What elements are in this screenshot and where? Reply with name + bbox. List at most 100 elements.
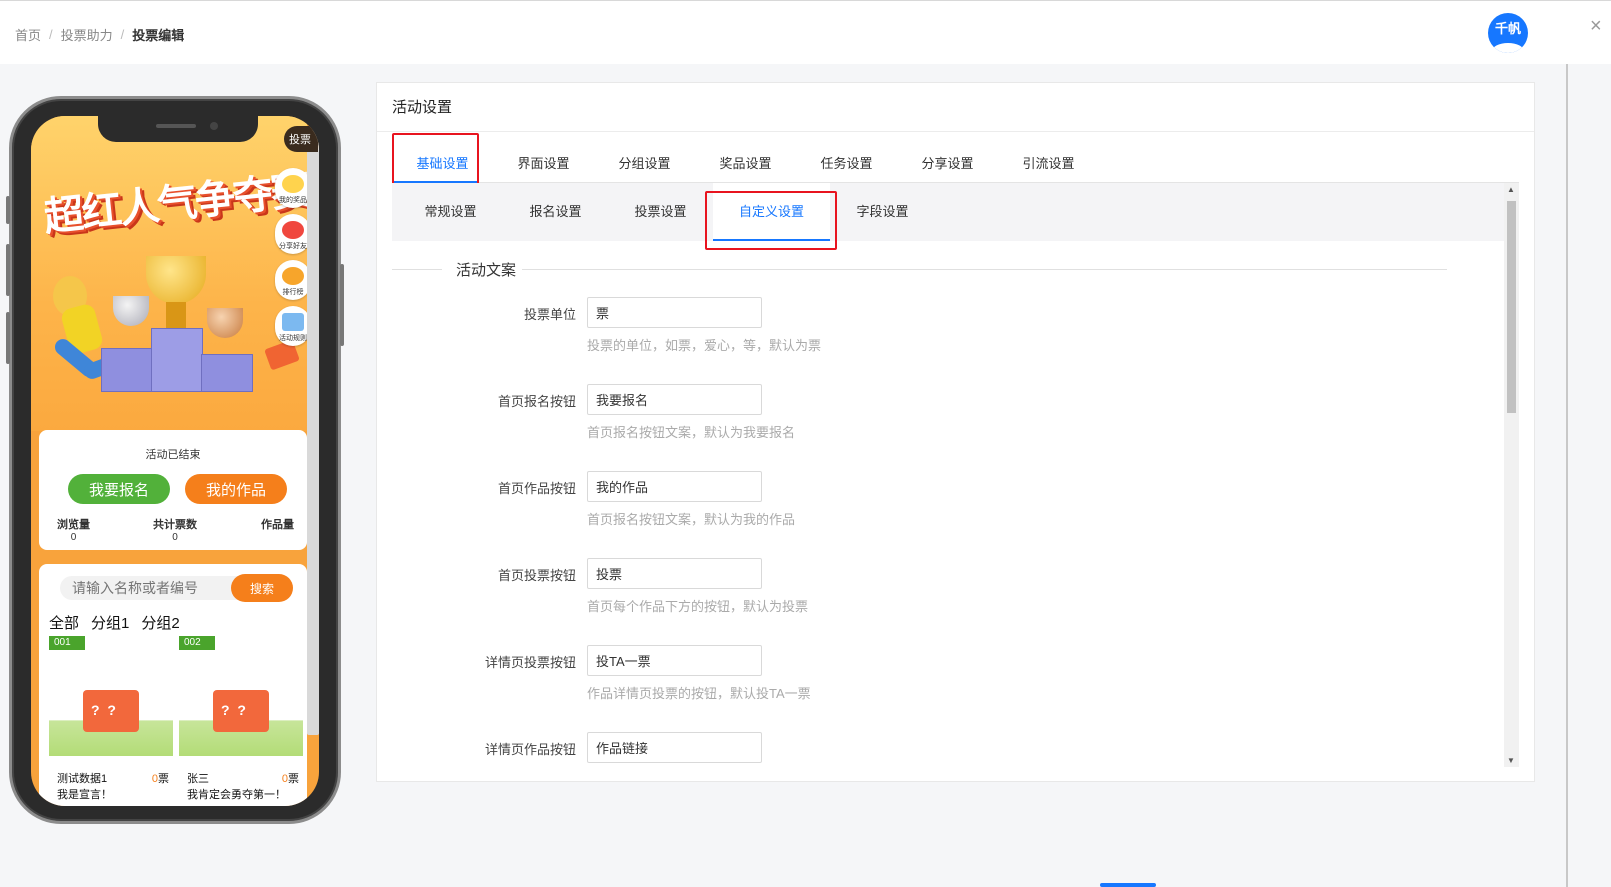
work-entry[interactable]: 002 张三 0票 我肯定会勇夺第一！ xyxy=(179,636,303,806)
sub-tabs: 常规设置 报名设置 投票设置 自定义设置 字段设置 xyxy=(392,183,1504,241)
stat-views: 浏览量 0 xyxy=(57,516,90,543)
group-tab-1[interactable]: 分组1 xyxy=(91,612,129,633)
hero-banner: 超红人气争夺赛 xyxy=(31,116,307,431)
field-label: 首页报名按钮 xyxy=(497,394,576,409)
stat-label: 共计票数 xyxy=(153,519,197,531)
podium-illustration xyxy=(201,354,253,392)
leaderboard-button[interactable]: 排行榜 xyxy=(275,260,311,300)
stat-label: 浏览量 xyxy=(57,519,90,531)
side-button-label: 我的奖品 xyxy=(279,197,307,204)
stats-card: 活动已结束 我要报名 我的作品 浏览量 0 共计票数 0 作品量 xyxy=(39,430,307,550)
register-button[interactable]: 我要报名 xyxy=(68,474,170,504)
field-label: 首页作品按钮 xyxy=(497,481,576,496)
my-prizes-button[interactable]: 我的奖品 xyxy=(275,168,311,208)
breadcrumb-home[interactable]: 首页 xyxy=(15,25,41,44)
subtab-registration[interactable]: 报名设置 xyxy=(503,183,608,241)
trophy-icon xyxy=(146,256,206,304)
settings-scrollbar[interactable]: ▲ ▼ xyxy=(1504,183,1519,767)
sub-settings-area: 常规设置 报名设置 投票设置 自定义设置 字段设置 活动文案 投票单位 投票的单… xyxy=(392,183,1519,767)
home-vote-button-input[interactable] xyxy=(587,558,762,589)
detail-works-button-input[interactable] xyxy=(587,732,762,763)
field-label: 投票单位 xyxy=(523,307,576,322)
stat-total-votes: 共计票数 0 xyxy=(153,516,197,543)
phone-notch xyxy=(98,116,258,142)
scroll-up-icon[interactable]: ▲ xyxy=(1507,185,1515,194)
subtab-custom[interactable]: 自定义设置 xyxy=(713,183,830,241)
field-label: 详情页投票按钮 xyxy=(484,655,576,670)
breadcrumb-separator: / xyxy=(49,27,53,42)
scroll-thumb[interactable] xyxy=(1507,201,1516,413)
field-home-vote-button: 首页投票按钮 首页每个作品下方的按钮，默认为投票 xyxy=(392,558,1492,618)
entry-motto: 我肯定会勇夺第一！ xyxy=(187,789,286,801)
field-hint: 首页报名按钮文案，默认为我的作品 xyxy=(587,512,796,527)
breadcrumb-separator: / xyxy=(120,27,125,42)
avatar[interactable]: 千帆 xyxy=(1488,13,1528,53)
close-icon[interactable]: × xyxy=(1590,15,1602,38)
entry-number: 001 xyxy=(49,636,85,650)
tab-task-settings[interactable]: 任务设置 xyxy=(796,145,897,182)
bottom-indicator xyxy=(1100,883,1156,887)
avatar-text: 千帆 xyxy=(1494,20,1521,36)
field-detail-vote-button: 详情页投票按钮 作品详情页投票的按钮，默认投TA一票 xyxy=(392,645,1492,705)
tab-interface-settings[interactable]: 界面设置 xyxy=(493,145,594,182)
main-tabs: 基础设置 界面设置 分组设置 奖品设置 任务设置 分享设置 引流设置 xyxy=(392,145,1519,183)
window-scrollbar[interactable] xyxy=(1566,64,1568,887)
entry-votes: 0票 xyxy=(282,770,299,786)
trophy-icon xyxy=(166,302,186,328)
subtab-fields[interactable]: 字段设置 xyxy=(830,183,935,241)
vote-badge[interactable]: 投票 xyxy=(284,126,318,152)
group-tab-all[interactable]: 全部 xyxy=(49,612,79,633)
stat-works: 作品量 xyxy=(261,516,294,532)
section-title: 活动文案 xyxy=(452,259,521,280)
rules-button[interactable]: 活动规则 xyxy=(275,306,311,346)
field-home-register-button: 首页报名按钮 首页报名按钮文案，默认为我要报名 xyxy=(392,384,1492,444)
tab-basic-settings[interactable]: 基础设置 xyxy=(392,145,493,183)
search-input[interactable] xyxy=(60,576,250,600)
tab-prize-settings[interactable]: 奖品设置 xyxy=(695,145,796,182)
detail-vote-button-input[interactable] xyxy=(587,645,762,676)
settings-panel: 活动设置 基础设置 界面设置 分组设置 奖品设置 任务设置 分享设置 引流设置 … xyxy=(376,82,1535,782)
side-button-label: 活动规则 xyxy=(279,335,307,342)
field-hint: 作品详情页投票的按钮，默认投TA一票 xyxy=(587,686,811,701)
search-button[interactable]: 搜索 xyxy=(231,574,293,602)
phone-side-button xyxy=(6,244,10,296)
works-list-card: 搜索 全部 分组1 分组2 001 测试数据1 0票 我是宣言！ 002 张三 … xyxy=(39,564,307,806)
field-label: 首页投票按钮 xyxy=(497,568,576,583)
stat-value: 0 xyxy=(172,532,178,543)
scroll-down-icon[interactable]: ▼ xyxy=(1507,756,1515,765)
home-register-button-input[interactable] xyxy=(587,384,762,415)
subtab-general[interactable]: 常规设置 xyxy=(398,183,503,241)
entry-image xyxy=(49,676,173,756)
side-button-label: 分享好友 xyxy=(279,243,307,250)
tab-share-settings[interactable]: 分享设置 xyxy=(897,145,998,182)
breadcrumb-vote[interactable]: 投票助力 xyxy=(61,25,113,44)
home-works-button-input[interactable] xyxy=(587,471,762,502)
field-vote-unit: 投票单位 投票的单位，如票，爱心，等，默认为票 xyxy=(392,297,1492,357)
divider xyxy=(377,131,1534,132)
breadcrumb: 首页 / 投票助力 / 投票编辑 xyxy=(15,25,184,44)
vote-unit-input[interactable] xyxy=(587,297,762,328)
trophy-icon xyxy=(207,308,243,338)
tab-traffic-settings[interactable]: 引流设置 xyxy=(998,145,1099,182)
field-hint: 投票的单位，如票，爱心，等，默认为票 xyxy=(587,338,822,353)
field-hint: 首页每个作品下方的按钮，默认为投票 xyxy=(587,599,809,614)
gift-box-icon xyxy=(83,690,139,732)
field-detail-works-button: 详情页作品按钮 xyxy=(392,732,1492,767)
section-divider xyxy=(522,269,1447,270)
gift-box-icon xyxy=(213,690,269,732)
entry-image xyxy=(179,676,303,756)
phone-side-button xyxy=(6,196,10,224)
entry-number: 002 xyxy=(179,636,215,650)
heart-icon xyxy=(282,221,304,239)
group-tab-2[interactable]: 分组2 xyxy=(141,612,179,633)
my-works-button[interactable]: 我的作品 xyxy=(185,474,287,504)
document-icon xyxy=(282,313,304,331)
tab-group-settings[interactable]: 分组设置 xyxy=(594,145,695,182)
phone-scrollbar[interactable] xyxy=(307,130,319,735)
work-entry[interactable]: 001 测试数据1 0票 我是宣言！ xyxy=(49,636,173,806)
section-divider xyxy=(392,269,442,270)
podium-illustration xyxy=(101,348,153,392)
phone-side-button xyxy=(340,264,344,346)
subtab-voting[interactable]: 投票设置 xyxy=(608,183,713,241)
share-friends-button[interactable]: 分享好友 xyxy=(275,214,311,254)
